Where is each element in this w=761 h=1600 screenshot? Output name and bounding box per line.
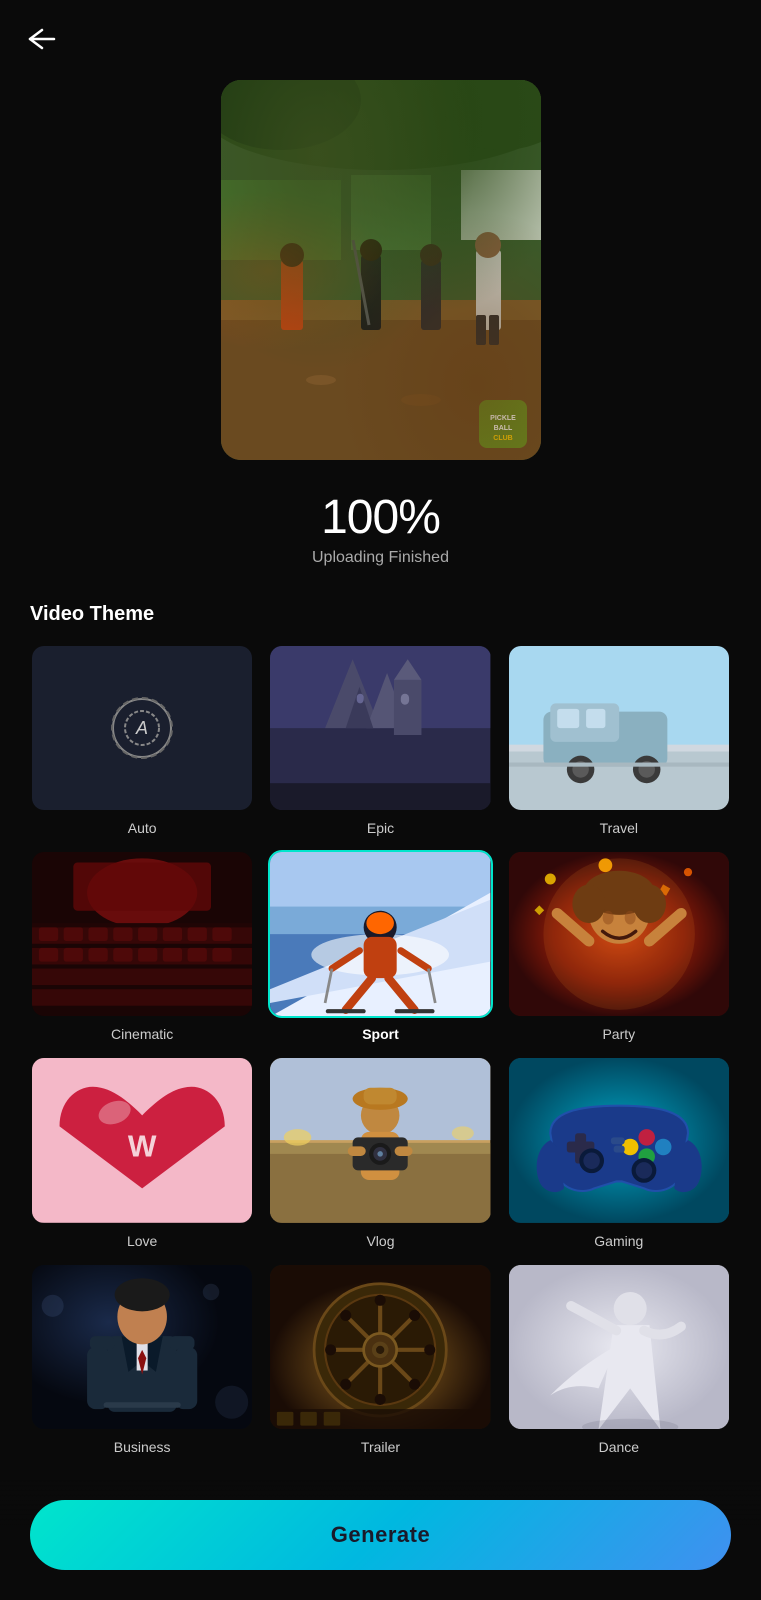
theme-item-vlog[interactable]: Vlog: [268, 1056, 492, 1248]
theme-item-trailer[interactable]: Trailer: [268, 1263, 492, 1455]
svg-text:BALL: BALL: [493, 425, 512, 432]
progress-section: 100% Uploading Finished: [312, 490, 449, 567]
theme-grid: A Auto: [30, 644, 731, 1455]
svg-text:CLUB: CLUB: [493, 435, 512, 442]
theme-item-sport[interactable]: Sport: [268, 850, 492, 1042]
theme-item-cinematic[interactable]: Cinematic: [30, 850, 254, 1042]
progress-percent: 100%: [312, 490, 449, 545]
theme-label-party: Party: [602, 1026, 635, 1042]
theme-item-business[interactable]: Business: [30, 1263, 254, 1455]
theme-label-cinematic: Cinematic: [111, 1026, 173, 1042]
section-title: Video Theme: [30, 603, 731, 626]
generate-button[interactable]: Generate: [30, 1500, 731, 1570]
preview-image: PICKLE BALL CLUB: [221, 80, 541, 460]
theme-label-travel: Travel: [600, 820, 638, 836]
back-button[interactable]: [28, 28, 56, 56]
theme-label-love: Love: [127, 1233, 157, 1249]
theme-item-travel[interactable]: Travel: [507, 644, 731, 836]
theme-item-party[interactable]: Party: [507, 850, 731, 1042]
theme-label-sport: Sport: [362, 1026, 399, 1042]
theme-label-gaming: Gaming: [594, 1233, 643, 1249]
theme-label-trailer: Trailer: [361, 1439, 400, 1455]
theme-label-auto: Auto: [128, 820, 157, 836]
generate-button-container: Generate: [0, 1480, 761, 1600]
theme-item-dance[interactable]: Dance: [507, 1263, 731, 1455]
theme-label-epic: Epic: [367, 820, 394, 836]
progress-status: Uploading Finished: [312, 549, 449, 567]
theme-label-dance: Dance: [599, 1439, 639, 1455]
svg-text:W: W: [128, 1131, 157, 1164]
svg-text:PICKLE: PICKLE: [490, 415, 516, 422]
svg-text:A: A: [135, 718, 148, 738]
theme-item-epic[interactable]: Epic: [268, 644, 492, 836]
theme-item-auto[interactable]: A Auto: [30, 644, 254, 836]
theme-item-love[interactable]: W Love: [30, 1056, 254, 1248]
theme-item-gaming[interactable]: Gaming: [507, 1056, 731, 1248]
theme-label-business: Business: [114, 1439, 171, 1455]
theme-label-vlog: Vlog: [366, 1233, 394, 1249]
